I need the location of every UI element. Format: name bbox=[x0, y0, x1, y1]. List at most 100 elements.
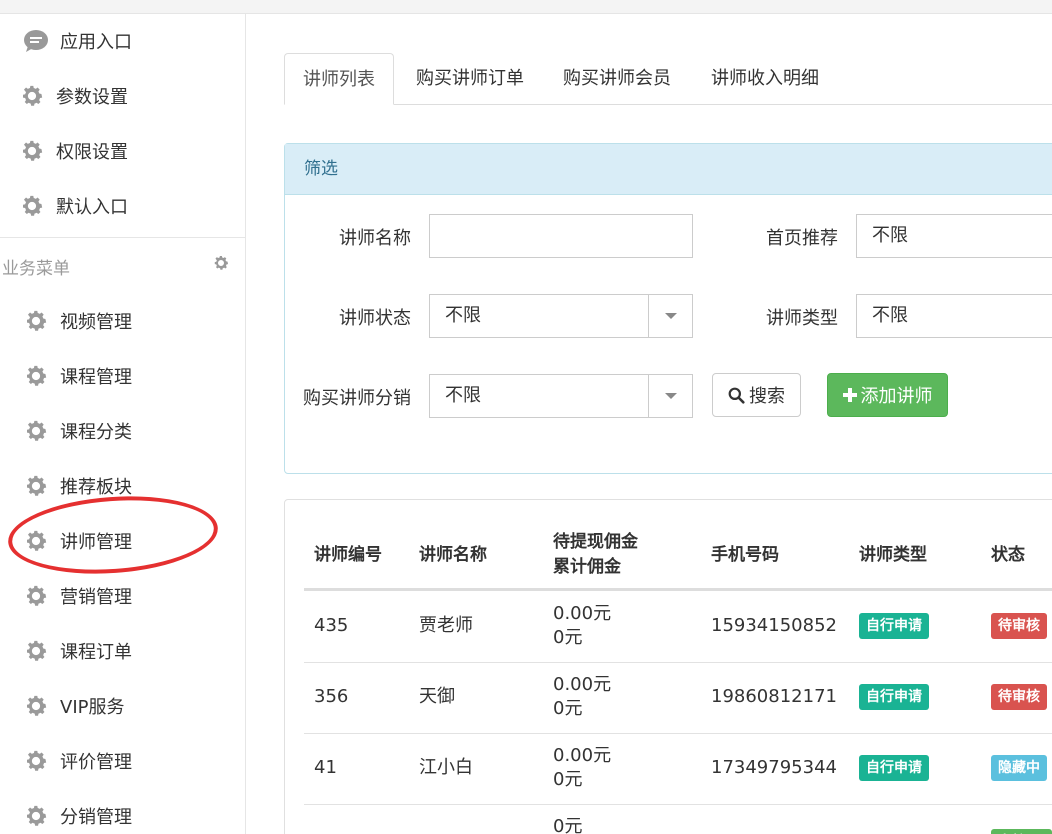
cell-total-commission: 0元 bbox=[553, 627, 583, 648]
sidebar-item-label: 推荐板块 bbox=[60, 477, 132, 498]
gear-icon bbox=[22, 637, 50, 665]
search-button[interactable]: 搜索 bbox=[712, 373, 801, 417]
lecturer-type-badge: 自行申请 bbox=[859, 684, 929, 710]
lecturer-name-input[interactable] bbox=[429, 214, 693, 258]
tab-lecturer-orders[interactable]: 购买讲师订单 bbox=[416, 53, 524, 105]
chat-icon bbox=[22, 27, 50, 55]
cell-pending-commission: 0.00元 bbox=[553, 603, 612, 624]
lecturer-table bbox=[284, 499, 1052, 834]
plus-icon bbox=[842, 388, 857, 402]
sidebar-item-business-7[interactable]: VIP服务 bbox=[22, 684, 267, 728]
lecturer-type-value: 不限 bbox=[872, 305, 908, 326]
sidebar-item-label: 讲师管理 bbox=[60, 532, 132, 553]
sidebar: 应用入口 参数设置 权限设置 默认入口 业务菜单 视频管理 课程管理 课程分类 推荐板… bbox=[0, 14, 246, 834]
lecturer-name-label: 讲师名称 bbox=[339, 228, 411, 249]
cell-phone: 19860812171 bbox=[711, 686, 837, 707]
tab-lecturer-income[interactable]: 讲师收入明细 bbox=[711, 53, 819, 105]
home-recommend-value: 不限 bbox=[872, 225, 908, 246]
section-settings-gear-icon[interactable] bbox=[212, 254, 230, 272]
sidebar-item-business-8[interactable]: 评价管理 bbox=[22, 739, 267, 783]
sidebar-item-business-5[interactable]: 营销管理 bbox=[22, 574, 267, 618]
distribution-value: 不限 bbox=[445, 385, 481, 406]
table-header-divider bbox=[304, 588, 1052, 591]
gear-icon bbox=[22, 472, 50, 500]
cell-phone: 15934150852 bbox=[711, 615, 837, 636]
gear-icon bbox=[22, 417, 50, 445]
status-badge: 待审核 bbox=[991, 613, 1047, 639]
tab-lecturer-membership[interactable]: 购买讲师会员 bbox=[563, 53, 671, 105]
distribution-select[interactable]: 不限 bbox=[429, 374, 693, 418]
header-phone: 手机号码 bbox=[711, 545, 779, 565]
sidebar-item-label: 课程管理 bbox=[60, 367, 132, 388]
lecturer-status-select[interactable]: 不限 bbox=[429, 294, 693, 338]
cell-lecturer-name: 江小白 bbox=[419, 757, 473, 778]
tab-lecturer-list[interactable]: 讲师列表 bbox=[284, 53, 394, 105]
sidebar-item-business-2[interactable]: 课程分类 bbox=[22, 409, 267, 453]
sidebar-item-business-6[interactable]: 课程订单 bbox=[22, 629, 267, 673]
header-lecturer-id: 讲师编号 bbox=[314, 545, 382, 565]
home-recommend-select[interactable]: 不限 bbox=[856, 214, 1052, 258]
table-row-divider bbox=[304, 804, 1052, 805]
lecturer-type-badge: 自行申请 bbox=[859, 755, 929, 781]
top-bar bbox=[0, 0, 1052, 14]
sidebar-item-label: VIP服务 bbox=[60, 697, 125, 718]
gear-icon bbox=[22, 527, 50, 555]
sidebar-item-business-4[interactable]: 讲师管理 bbox=[22, 519, 267, 563]
sidebar-item-params[interactable]: 参数设置 bbox=[18, 74, 263, 118]
lecturer-status-value: 不限 bbox=[445, 305, 481, 326]
lecturer-status-label: 讲师状态 bbox=[339, 308, 411, 329]
cell-lecturer-id: 41 bbox=[314, 757, 337, 778]
sidebar-item-label: 应用入口 bbox=[60, 32, 132, 53]
cell-lecturer-name: 贾老师 bbox=[419, 615, 473, 636]
lecturer-type-badge: 自行申请 bbox=[859, 613, 929, 639]
cell-phone: 17349795344 bbox=[711, 757, 837, 778]
lecturer-type-select[interactable]: 不限 bbox=[856, 294, 1052, 338]
cell-pending-commission: 0.00元 bbox=[553, 674, 612, 695]
sidebar-item-business-0[interactable]: 视频管理 bbox=[22, 299, 267, 343]
gear-icon bbox=[22, 692, 50, 720]
cell-total-commission: 0元 bbox=[553, 769, 583, 790]
tab-bar: 讲师列表 购买讲师订单 购买讲师会员 讲师收入明细 bbox=[284, 53, 1052, 105]
cell-lecturer-id: 356 bbox=[314, 686, 349, 707]
sidebar-item-app-entry[interactable]: 应用入口 bbox=[22, 19, 267, 63]
sidebar-item-label: 营销管理 bbox=[60, 587, 132, 608]
gear-icon bbox=[22, 307, 50, 335]
sidebar-item-business-1[interactable]: 课程管理 bbox=[22, 354, 267, 398]
sidebar-section-title: 业务菜单 bbox=[2, 259, 70, 279]
distribution-label: 购买讲师分销 bbox=[303, 388, 411, 409]
sidebar-item-label: 课程订单 bbox=[60, 642, 132, 663]
cell-lecturer-name: 天御 bbox=[419, 686, 455, 707]
header-lecturer-name: 讲师名称 bbox=[419, 545, 487, 565]
sidebar-item-label: 参数设置 bbox=[56, 87, 128, 108]
table-row-divider bbox=[304, 662, 1052, 663]
add-lecturer-label: 添加讲师 bbox=[860, 386, 933, 407]
search-button-label: 搜索 bbox=[749, 386, 785, 407]
sidebar-item-label: 权限设置 bbox=[56, 142, 128, 163]
gear-icon bbox=[18, 137, 46, 165]
add-lecturer-button[interactable]: 添加讲师 bbox=[827, 373, 948, 417]
header-pending-commission: 待提现佣金 bbox=[553, 532, 638, 552]
gear-icon bbox=[22, 802, 50, 830]
cell-total-commission: 0元 bbox=[553, 698, 583, 719]
sidebar-item-default-entry[interactable]: 默认入口 bbox=[18, 184, 263, 228]
search-icon bbox=[728, 387, 745, 404]
status-badge: 隐藏中 bbox=[991, 755, 1047, 781]
sidebar-item-label: 默认入口 bbox=[56, 197, 128, 218]
sidebar-divider bbox=[0, 237, 245, 238]
header-status: 状态 bbox=[991, 545, 1025, 565]
status-badge: 待审核 bbox=[991, 684, 1047, 710]
table-row-divider bbox=[304, 733, 1052, 734]
chevron-down-icon[interactable] bbox=[648, 375, 692, 417]
sidebar-item-permissions[interactable]: 权限设置 bbox=[18, 129, 263, 173]
chevron-down-icon[interactable] bbox=[648, 295, 692, 337]
status-badge: 审核通过 bbox=[991, 829, 1052, 834]
sidebar-item-business-9[interactable]: 分销管理 bbox=[22, 794, 267, 834]
gear-icon bbox=[22, 362, 50, 390]
gear-icon bbox=[18, 192, 46, 220]
sidebar-item-label: 课程分类 bbox=[60, 422, 132, 443]
header-total-commission: 累计佣金 bbox=[553, 557, 621, 577]
home-recommend-label: 首页推荐 bbox=[766, 228, 838, 249]
sidebar-item-label: 分销管理 bbox=[60, 807, 132, 828]
sidebar-item-business-3[interactable]: 推荐板块 bbox=[22, 464, 267, 508]
filter-panel-title: 筛选 bbox=[285, 144, 1052, 195]
